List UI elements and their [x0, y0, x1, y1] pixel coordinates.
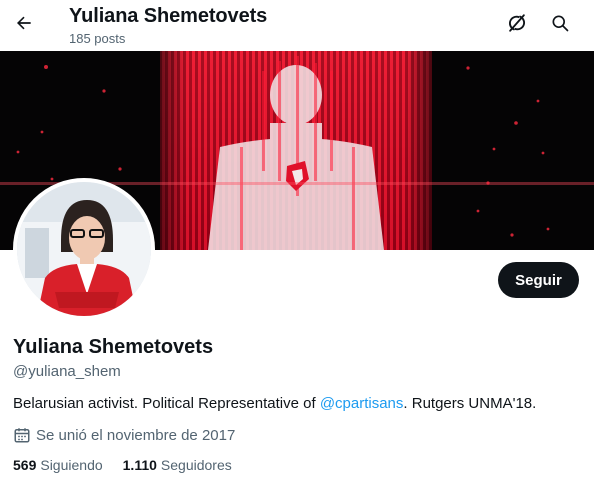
profile-bio: Belarusian activist. Political Represent…: [13, 395, 536, 412]
followers-link[interactable]: 1.110 Seguidores: [123, 457, 232, 473]
join-date-text: Se unió el noviembre de 2017: [36, 426, 236, 444]
follow-button[interactable]: Seguir: [498, 262, 579, 298]
following-count: 569: [13, 457, 37, 473]
calendar-icon: [13, 426, 31, 444]
profile-handle: @yuliana_shem: [13, 363, 121, 380]
profile-avatar[interactable]: [13, 178, 155, 320]
post-count: 185 posts: [69, 31, 126, 46]
top-bar: Yuliana Shemetovets 185 posts: [0, 0, 594, 51]
follow-stats: 569 Siguiendo 1.110 Seguidores: [13, 457, 252, 473]
search-button[interactable]: [546, 11, 574, 39]
grok-icon: [506, 12, 528, 39]
bio-text-after: . Rutgers UNMA'18.: [403, 395, 537, 412]
arrow-left-icon: [14, 13, 34, 38]
page-title: Yuliana Shemetovets: [69, 5, 268, 27]
following-label: Siguiendo: [40, 457, 103, 473]
join-date: Se unió el noviembre de 2017: [13, 426, 235, 444]
bio-mention-link[interactable]: @cpartisans: [320, 395, 404, 412]
profile-display-name: Yuliana Shemetovets: [13, 336, 214, 358]
followers-count: 1.110: [122, 457, 157, 473]
back-button[interactable]: [10, 11, 38, 39]
following-link[interactable]: 569 Siguiendo: [13, 457, 103, 473]
grok-button[interactable]: [503, 11, 531, 39]
search-icon: [550, 13, 570, 38]
followers-label: Seguidores: [160, 457, 232, 473]
bio-text-before: Belarusian activist. Political Represent…: [13, 395, 320, 412]
